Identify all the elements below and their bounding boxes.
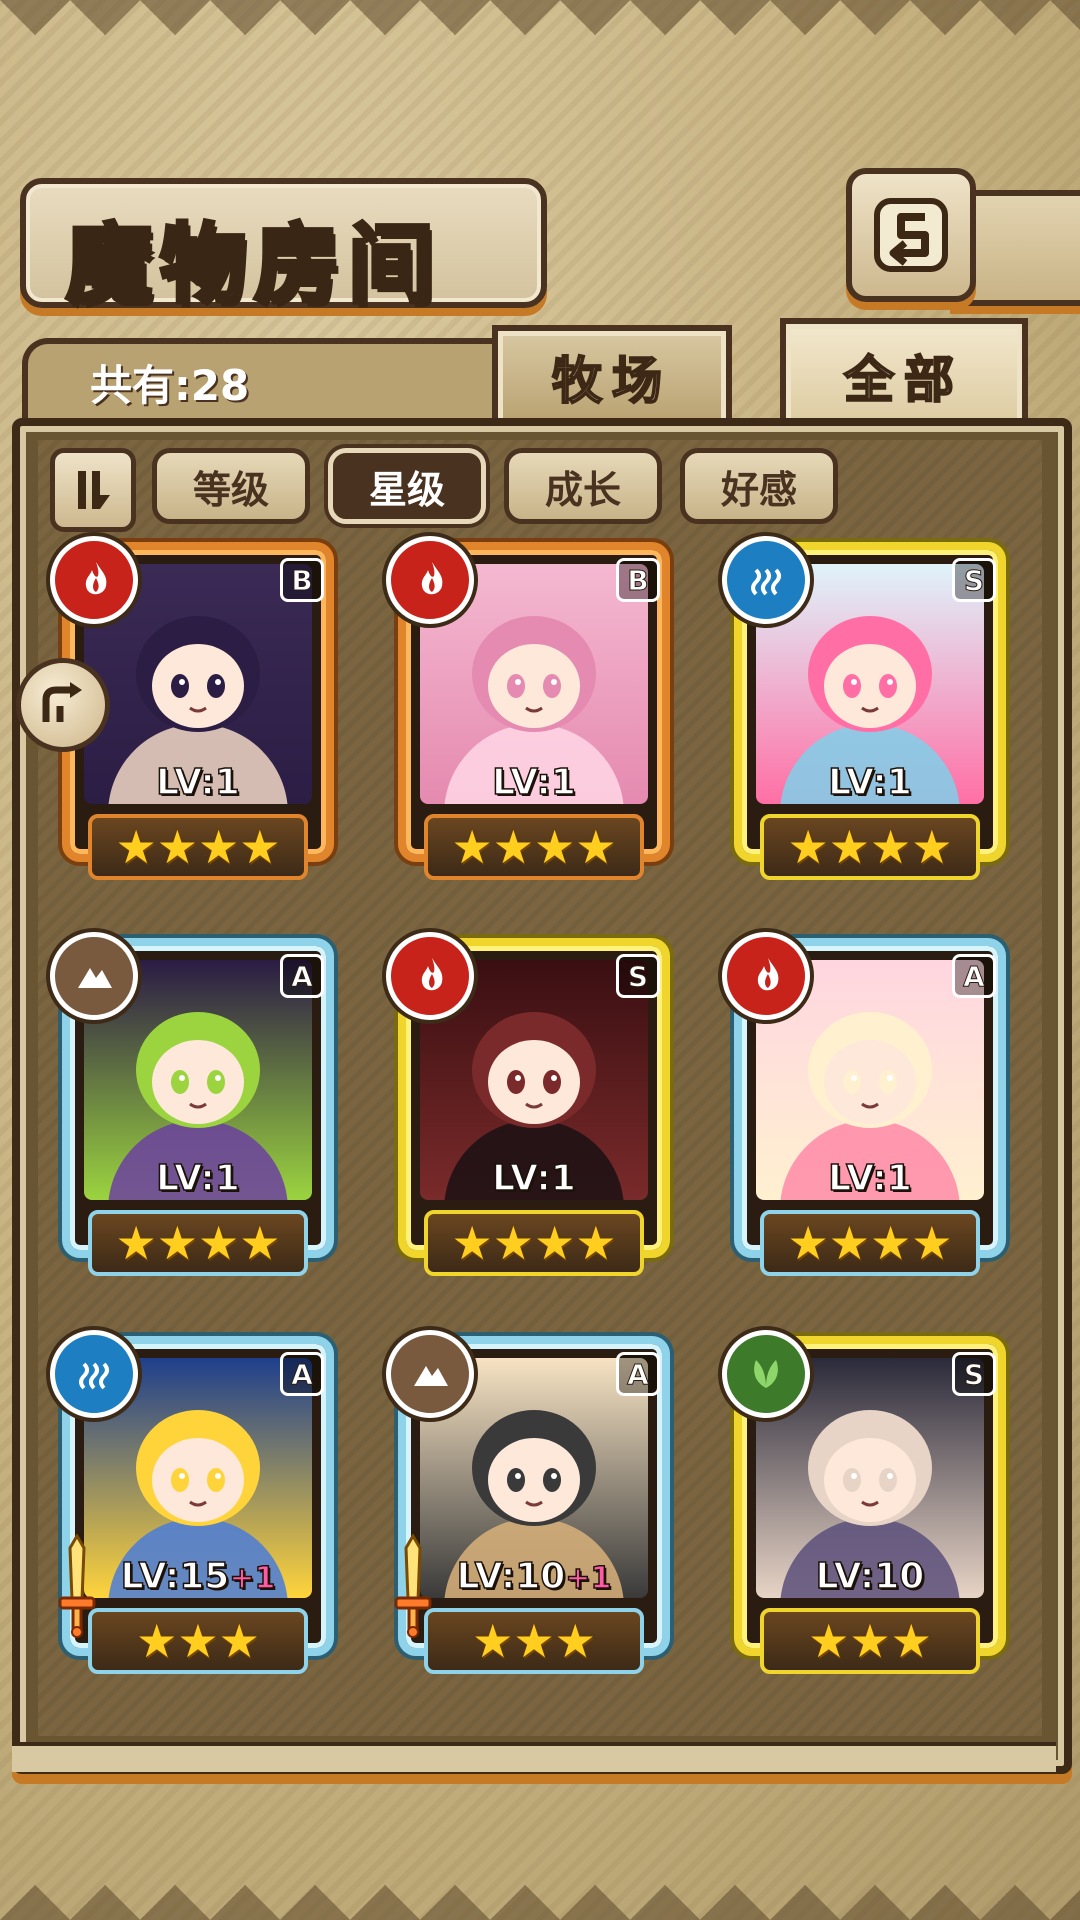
sort-by-level[interactable]: 等级	[152, 448, 310, 524]
monster-level: LV:1	[50, 761, 346, 804]
sort-order-toggle[interactable]	[50, 448, 136, 532]
level-text: LV:15	[120, 1555, 230, 1598]
rank-badge: A	[280, 954, 324, 998]
monster-card[interactable]: A LV:1 ★★★★	[722, 932, 1018, 1292]
sort-by-star[interactable]: 星级	[328, 448, 486, 524]
wood-element-icon	[722, 1330, 810, 1418]
monster-level: LV:10	[722, 1555, 1018, 1598]
level-text: LV:1	[827, 761, 912, 804]
monster-card[interactable]: A LV:15+1 ★★★	[50, 1330, 346, 1690]
star-rating: ★★★★	[88, 814, 308, 880]
water-element-icon	[722, 536, 810, 624]
tab-all[interactable]: 全部	[780, 318, 1028, 428]
sword-icon	[394, 1534, 432, 1638]
monster-level: LV:1	[386, 1157, 682, 1200]
earth-element-icon	[386, 1330, 474, 1418]
star-rating: ★★★	[424, 1608, 644, 1674]
monster-card[interactable]: S LV:1 ★★★★	[386, 932, 682, 1292]
monster-level: LV:1	[50, 1157, 346, 1200]
level-bonus: +1	[565, 1560, 613, 1597]
fire-element-icon	[722, 932, 810, 1020]
star-rating: ★★★★	[760, 814, 980, 880]
star-rating: ★★★	[88, 1608, 308, 1674]
water-element-icon	[50, 1330, 138, 1418]
level-bonus: +1	[229, 1560, 277, 1597]
monster-card[interactable]: S LV:1 ★★★★	[722, 536, 1018, 896]
monster-level: LV:1	[722, 1157, 1018, 1200]
monster-level: LV:1	[386, 761, 682, 804]
sort-by-growth[interactable]: 成长	[504, 448, 662, 524]
star-rating: ★★★★	[760, 1210, 980, 1276]
rank-badge: A	[616, 1352, 660, 1396]
star-rating: ★★★★	[424, 1210, 644, 1276]
side-expand-button[interactable]	[16, 658, 110, 752]
title-banner: 魔物房间	[20, 178, 547, 317]
return-arrow-icon	[874, 198, 948, 272]
level-text: LV:1	[155, 761, 240, 804]
monster-card[interactable]: B LV:1 ★★★★	[386, 536, 682, 896]
fire-element-icon	[386, 536, 474, 624]
sort-by-affection[interactable]: 好感	[680, 448, 838, 524]
monster-card[interactable]: A LV:10+1 ★★★	[386, 1330, 682, 1690]
monster-card[interactable]: S LV:10 ★★★	[722, 1330, 1018, 1690]
rank-badge: A	[952, 954, 996, 998]
page-title: 魔物房间	[64, 212, 442, 317]
level-text: LV:1	[491, 761, 576, 804]
back-button[interactable]	[846, 168, 976, 302]
monster-count: 共有:28	[90, 361, 250, 410]
rank-badge: S	[616, 954, 660, 998]
fire-element-icon	[50, 536, 138, 624]
rank-badge: S	[952, 1352, 996, 1396]
star-rating: ★★★★	[424, 814, 644, 880]
level-text: LV:1	[491, 1157, 576, 1200]
star-rating: ★★★	[760, 1608, 980, 1674]
monster-card[interactable]: A LV:1 ★★★★	[50, 932, 346, 1292]
tab-ranch[interactable]: 牧场	[492, 325, 732, 423]
monster-level: LV:1	[722, 761, 1018, 804]
level-text: LV:1	[827, 1157, 912, 1200]
level-text: LV:10	[815, 1555, 925, 1598]
bottom-border-decoration	[0, 1850, 1080, 1920]
sort-order-icon	[78, 471, 110, 509]
rotate-arrow-icon	[42, 682, 82, 722]
level-text: LV:10	[456, 1555, 566, 1598]
rank-badge: A	[280, 1352, 324, 1396]
fire-element-icon	[386, 932, 474, 1020]
earth-element-icon	[50, 932, 138, 1020]
rank-badge: B	[616, 558, 660, 602]
panel-bottom-rail	[12, 1742, 1056, 1772]
star-rating: ★★★★	[88, 1210, 308, 1276]
sword-icon	[58, 1534, 96, 1638]
rank-badge: S	[952, 558, 996, 602]
level-text: LV:1	[155, 1157, 240, 1200]
top-border-decoration	[0, 0, 1080, 70]
rank-badge: B	[280, 558, 324, 602]
